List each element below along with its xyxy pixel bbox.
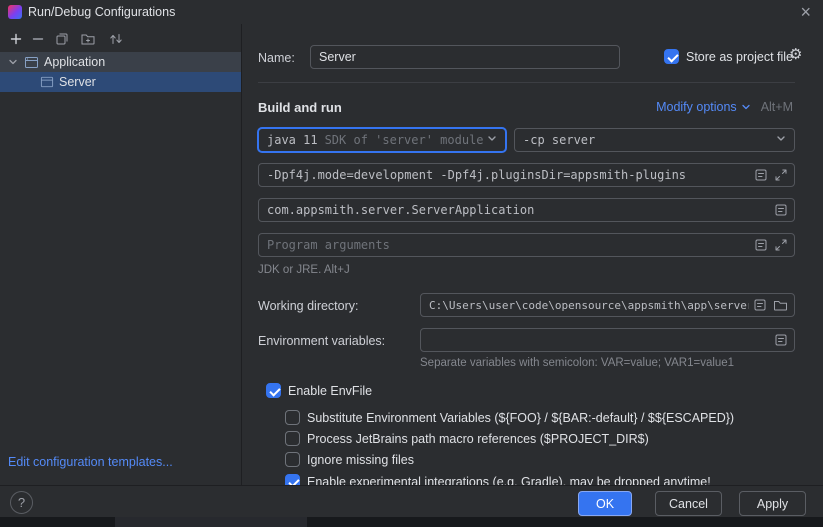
jdk-value: java 11 bbox=[267, 133, 318, 147]
browse-folder-icon[interactable] bbox=[773, 298, 788, 312]
vm-options-field[interactable]: -Dpf4j.mode=development -Dpf4j.pluginsDi… bbox=[258, 163, 795, 187]
taskbar-segment bbox=[115, 517, 307, 527]
store-as-project-file-label: Store as project file bbox=[686, 50, 793, 64]
program-arguments-placeholder: Program arguments bbox=[267, 238, 390, 252]
tree-group-label: Application bbox=[44, 55, 105, 69]
open-in-editor-icon[interactable] bbox=[753, 298, 767, 312]
ignore-missing-files-checkbox[interactable]: Ignore missing files bbox=[285, 452, 414, 467]
classpath-value: -cp server bbox=[523, 133, 595, 147]
modify-options-label: Modify options bbox=[656, 100, 737, 114]
process-path-macro-checkbox[interactable]: Process JetBrains path macro references … bbox=[285, 431, 649, 446]
working-directory-label: Working directory: bbox=[258, 299, 359, 313]
sidebar-divider bbox=[241, 24, 242, 485]
name-value: Server bbox=[319, 50, 356, 64]
enable-envfile-label: Enable EnvFile bbox=[288, 384, 372, 398]
settings-gear-icon[interactable]: ⚙ bbox=[789, 47, 802, 63]
build-and-run-title: Build and run bbox=[258, 100, 342, 115]
tree-item-label: Server bbox=[59, 75, 96, 89]
program-arguments-input[interactable]: Program arguments bbox=[258, 233, 795, 257]
tree-item-server[interactable]: Server bbox=[0, 72, 241, 92]
edit-templates-link[interactable]: Edit configuration templates... bbox=[8, 455, 173, 469]
ignore-missing-files-label: Ignore missing files bbox=[307, 453, 414, 467]
new-folder-icon[interactable] bbox=[80, 31, 96, 47]
remove-configuration-icon[interactable] bbox=[30, 31, 46, 47]
run-config-icon bbox=[40, 75, 54, 89]
dialog-title: Run/Debug Configurations bbox=[28, 5, 175, 19]
open-in-editor-icon[interactable] bbox=[754, 168, 768, 182]
jdk-hint-inline: SDK of 'server' module bbox=[325, 133, 484, 147]
application-type-icon bbox=[24, 55, 39, 70]
environment-variables-field[interactable] bbox=[420, 328, 795, 352]
expand-field-icon[interactable] bbox=[774, 168, 788, 182]
classpath-combobox[interactable]: -cp server bbox=[514, 128, 795, 152]
name-input[interactable]: Server bbox=[310, 45, 620, 69]
checkbox-box bbox=[285, 452, 300, 467]
chevron-down-icon bbox=[8, 57, 18, 67]
process-path-macro-label: Process JetBrains path macro references … bbox=[307, 432, 649, 446]
substitute-env-vars-checkbox[interactable]: Substitute Environment Variables (${FOO}… bbox=[285, 410, 734, 425]
substitute-env-vars-label: Substitute Environment Variables (${FOO}… bbox=[307, 411, 734, 425]
modify-options-link[interactable]: Modify options bbox=[656, 100, 751, 114]
add-configuration-icon[interactable] bbox=[8, 31, 24, 47]
environment-variables-hint: Separate variables with semicolon: VAR=v… bbox=[420, 357, 734, 369]
jdk-combobox[interactable]: java 11 SDK of 'server' module bbox=[258, 128, 506, 152]
environment-variables-label: Environment variables: bbox=[258, 334, 385, 348]
apply-button[interactable]: Apply bbox=[739, 491, 806, 516]
chevron-down-icon bbox=[486, 133, 498, 148]
working-directory-value: C:\Users\user\code\opensource\appsmith\a… bbox=[429, 299, 754, 312]
chevron-down-icon bbox=[775, 133, 787, 148]
store-as-project-file-checkbox[interactable]: Store as project file bbox=[664, 49, 793, 64]
dialog-icon bbox=[8, 5, 22, 19]
main-class-value: com.appsmith.server.ServerApplication bbox=[267, 203, 534, 217]
edit-variables-icon[interactable] bbox=[774, 333, 788, 347]
enable-envfile-checkbox[interactable]: Enable EnvFile bbox=[266, 383, 372, 398]
name-label: Name: bbox=[258, 51, 295, 65]
open-in-editor-icon[interactable] bbox=[754, 238, 768, 252]
checkbox-box bbox=[285, 431, 300, 446]
cancel-button[interactable]: Cancel bbox=[655, 491, 722, 516]
main-class-field[interactable]: com.appsmith.server.ServerApplication bbox=[258, 198, 795, 222]
footer-bar: ? OK Cancel Apply bbox=[0, 485, 823, 517]
checkbox-box bbox=[266, 383, 281, 398]
section-divider bbox=[258, 82, 795, 83]
expand-field-icon[interactable] bbox=[774, 238, 788, 252]
jdk-hint: JDK or JRE. Alt+J bbox=[258, 264, 350, 276]
copy-configuration-icon[interactable] bbox=[54, 31, 70, 47]
tree-group-application[interactable]: Application bbox=[0, 52, 241, 72]
vm-options-value: -Dpf4j.mode=development -Dpf4j.pluginsDi… bbox=[267, 168, 686, 182]
ok-button[interactable]: OK bbox=[578, 491, 632, 516]
chevron-down-icon bbox=[741, 102, 751, 112]
sort-configurations-icon[interactable] bbox=[108, 31, 124, 47]
checkbox-box bbox=[664, 49, 679, 64]
close-icon[interactable]: × bbox=[800, 1, 811, 23]
help-button[interactable]: ? bbox=[10, 491, 33, 514]
checkbox-box bbox=[285, 410, 300, 425]
browse-class-icon[interactable] bbox=[774, 203, 788, 217]
working-directory-field[interactable]: C:\Users\user\code\opensource\appsmith\a… bbox=[420, 293, 795, 317]
modify-options-shortcut: Alt+M bbox=[761, 100, 793, 114]
